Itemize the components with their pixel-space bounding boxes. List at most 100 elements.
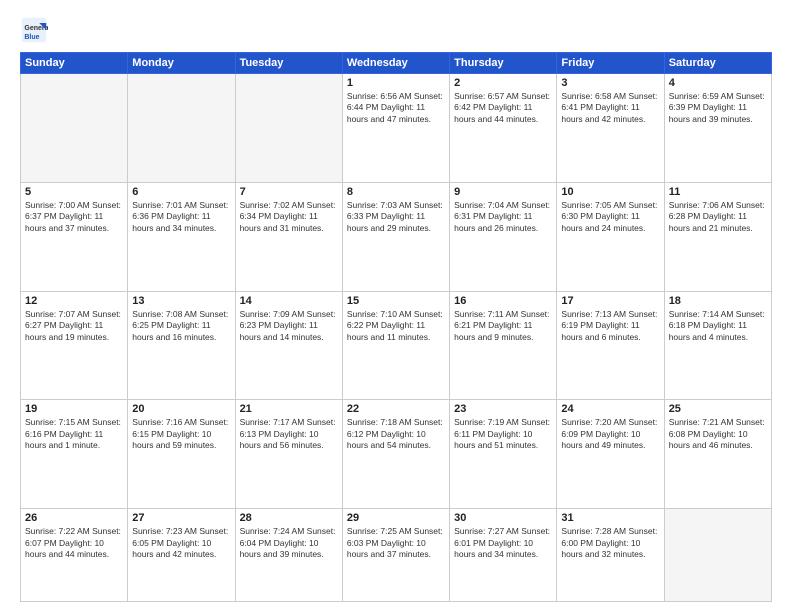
week-row-1: 1 Sunrise: 6:56 AM Sunset: 6:44 PM Daylig… <box>21 74 772 183</box>
day-info: Sunrise: 7:25 AM Sunset: 6:03 PM Dayligh… <box>347 526 445 560</box>
day-info: Sunrise: 7:06 AM Sunset: 6:28 PM Dayligh… <box>669 200 767 234</box>
calendar-cell: 4 Sunrise: 6:59 AM Sunset: 6:39 PM Daylig… <box>664 74 771 183</box>
day-info: Sunrise: 7:27 AM Sunset: 6:01 PM Dayligh… <box>454 526 552 560</box>
day-info: Sunrise: 7:09 AM Sunset: 6:23 PM Dayligh… <box>240 309 338 343</box>
day-info: Sunrise: 7:03 AM Sunset: 6:33 PM Dayligh… <box>347 200 445 234</box>
day-info: Sunrise: 7:10 AM Sunset: 6:22 PM Dayligh… <box>347 309 445 343</box>
week-row-4: 19Sunrise: 7:15 AM Sunset: 6:16 PM Dayli… <box>21 400 772 509</box>
day-number: 23 <box>454 403 552 415</box>
svg-text:Blue: Blue <box>24 34 39 41</box>
calendar-cell: 24 Sunrise: 7:20 AM Sunset: 6:09 PM Dayli… <box>557 400 664 509</box>
day-info: Sunrise: 6:56 AM Sunset: 6:44 PM Dayligh… <box>347 91 445 125</box>
day-number: 28 <box>240 512 338 524</box>
day-info: Sunrise: 7:20 AM Sunset: 6:09 PM Dayligh… <box>561 417 659 451</box>
day-info: Sunrise: 7:08 AM Sunset: 6:25 PM Dayligh… <box>132 309 230 343</box>
calendar-cell: 7 Sunrise: 7:02 AM Sunset: 6:34 PM Daylig… <box>235 182 342 291</box>
calendar-cell: 29 Sunrise: 7:25 AM Sunset: 6:03 PM Dayli… <box>342 509 449 602</box>
day-number: 2 <box>454 77 552 89</box>
calendar-cell <box>128 74 235 183</box>
day-number: 30 <box>454 512 552 524</box>
calendar-cell: 30 Sunrise: 7:27 AM Sunset: 6:01 PM Dayli… <box>450 509 557 602</box>
day-number: 3 <box>561 77 659 89</box>
day-info: Sunrise: 7:00 AM Sunset: 6:37 PM Dayligh… <box>25 200 123 234</box>
day-number: 7 <box>240 186 338 198</box>
day-info: Sunrise: 7:22 AM Sunset: 6:07 PM Dayligh… <box>25 526 123 560</box>
day-info: Sunrise: 6:59 AM Sunset: 6:39 PM Dayligh… <box>669 91 767 125</box>
calendar-cell <box>21 74 128 183</box>
day-number: 1 <box>347 77 445 89</box>
header: General Blue <box>20 16 772 44</box>
calendar-cell: 25 Sunrise: 7:21 AM Sunset: 6:08 PM Dayli… <box>664 400 771 509</box>
calendar-cell: 18Sunrise: 7:14 AM Sunset: 6:18 PM Dayli… <box>664 291 771 400</box>
day-number: 21 <box>240 403 338 415</box>
calendar-cell: 22Sunrise: 7:18 AM Sunset: 6:12 PM Dayli… <box>342 400 449 509</box>
day-number: 31 <box>561 512 659 524</box>
calendar-cell: 20 Sunrise: 7:16 AM Sunset: 6:15 PM Dayli… <box>128 400 235 509</box>
day-number: 27 <box>132 512 230 524</box>
day-number: 9 <box>454 186 552 198</box>
day-number: 6 <box>132 186 230 198</box>
calendar-cell: 12 Sunrise: 7:07 AM Sunset: 6:27 PM Dayli… <box>21 291 128 400</box>
day-number: 18 <box>669 295 767 307</box>
day-number: 29 <box>347 512 445 524</box>
calendar-cell <box>235 74 342 183</box>
day-info: Sunrise: 7:04 AM Sunset: 6:31 PM Dayligh… <box>454 200 552 234</box>
day-number: 8 <box>347 186 445 198</box>
day-number: 12 <box>25 295 123 307</box>
weekday-header-saturday: Saturday <box>664 53 771 74</box>
day-number: 19 <box>25 403 123 415</box>
weekday-header-wednesday: Wednesday <box>342 53 449 74</box>
calendar-table: SundayMondayTuesdayWednesdayThursdayFrid… <box>20 52 772 602</box>
day-info: Sunrise: 7:02 AM Sunset: 6:34 PM Dayligh… <box>240 200 338 234</box>
calendar-cell: 5 Sunrise: 7:00 AM Sunset: 6:37 PM Daylig… <box>21 182 128 291</box>
day-number: 22 <box>347 403 445 415</box>
calendar-cell: 9 Sunrise: 7:04 AM Sunset: 6:31 PM Daylig… <box>450 182 557 291</box>
week-row-2: 5 Sunrise: 7:00 AM Sunset: 6:37 PM Daylig… <box>21 182 772 291</box>
day-number: 25 <box>669 403 767 415</box>
calendar-cell: 15Sunrise: 7:10 AM Sunset: 6:22 PM Dayli… <box>342 291 449 400</box>
calendar-cell: 6 Sunrise: 7:01 AM Sunset: 6:36 PM Daylig… <box>128 182 235 291</box>
day-info: Sunrise: 7:13 AM Sunset: 6:19 PM Dayligh… <box>561 309 659 343</box>
day-number: 16 <box>454 295 552 307</box>
calendar-cell: 14 Sunrise: 7:09 AM Sunset: 6:23 PM Dayli… <box>235 291 342 400</box>
calendar-cell: 1 Sunrise: 6:56 AM Sunset: 6:44 PM Daylig… <box>342 74 449 183</box>
day-number: 5 <box>25 186 123 198</box>
day-number: 10 <box>561 186 659 198</box>
calendar-cell: 21 Sunrise: 7:17 AM Sunset: 6:13 PM Dayli… <box>235 400 342 509</box>
day-info: Sunrise: 7:16 AM Sunset: 6:15 PM Dayligh… <box>132 417 230 451</box>
day-info: Sunrise: 7:24 AM Sunset: 6:04 PM Dayligh… <box>240 526 338 560</box>
day-number: 11 <box>669 186 767 198</box>
day-info: Sunrise: 7:23 AM Sunset: 6:05 PM Dayligh… <box>132 526 230 560</box>
calendar-cell: 31 Sunrise: 7:28 AM Sunset: 6:00 PM Dayli… <box>557 509 664 602</box>
logo-icon: General Blue <box>20 16 48 44</box>
calendar-cell: 23 Sunrise: 7:19 AM Sunset: 6:11 PM Dayli… <box>450 400 557 509</box>
day-info: Sunrise: 6:57 AM Sunset: 6:42 PM Dayligh… <box>454 91 552 125</box>
day-number: 20 <box>132 403 230 415</box>
calendar-cell: 13 Sunrise: 7:08 AM Sunset: 6:25 PM Dayli… <box>128 291 235 400</box>
day-info: Sunrise: 7:21 AM Sunset: 6:08 PM Dayligh… <box>669 417 767 451</box>
day-number: 24 <box>561 403 659 415</box>
weekday-header-tuesday: Tuesday <box>235 53 342 74</box>
day-number: 13 <box>132 295 230 307</box>
day-number: 26 <box>25 512 123 524</box>
day-number: 14 <box>240 295 338 307</box>
calendar-cell: 19Sunrise: 7:15 AM Sunset: 6:16 PM Dayli… <box>21 400 128 509</box>
day-info: Sunrise: 7:01 AM Sunset: 6:36 PM Dayligh… <box>132 200 230 234</box>
calendar-cell: 2 Sunrise: 6:57 AM Sunset: 6:42 PM Daylig… <box>450 74 557 183</box>
calendar-cell: 3 Sunrise: 6:58 AM Sunset: 6:41 PM Daylig… <box>557 74 664 183</box>
calendar-cell: 16 Sunrise: 7:11 AM Sunset: 6:21 PM Dayli… <box>450 291 557 400</box>
day-info: Sunrise: 7:28 AM Sunset: 6:00 PM Dayligh… <box>561 526 659 560</box>
day-number: 17 <box>561 295 659 307</box>
week-row-5: 26 Sunrise: 7:22 AM Sunset: 6:07 PM Dayli… <box>21 509 772 602</box>
weekday-header-thursday: Thursday <box>450 53 557 74</box>
page: General Blue SundayMondayTuesdayWednesda… <box>0 0 792 612</box>
day-info: Sunrise: 7:17 AM Sunset: 6:13 PM Dayligh… <box>240 417 338 451</box>
week-row-3: 12 Sunrise: 7:07 AM Sunset: 6:27 PM Dayli… <box>21 291 772 400</box>
day-number: 4 <box>669 77 767 89</box>
day-info: Sunrise: 7:11 AM Sunset: 6:21 PM Dayligh… <box>454 309 552 343</box>
day-info: Sunrise: 6:58 AM Sunset: 6:41 PM Dayligh… <box>561 91 659 125</box>
day-info: Sunrise: 7:19 AM Sunset: 6:11 PM Dayligh… <box>454 417 552 451</box>
day-info: Sunrise: 7:07 AM Sunset: 6:27 PM Dayligh… <box>25 309 123 343</box>
logo: General Blue <box>20 16 52 44</box>
calendar-cell: 11 Sunrise: 7:06 AM Sunset: 6:28 PM Dayli… <box>664 182 771 291</box>
